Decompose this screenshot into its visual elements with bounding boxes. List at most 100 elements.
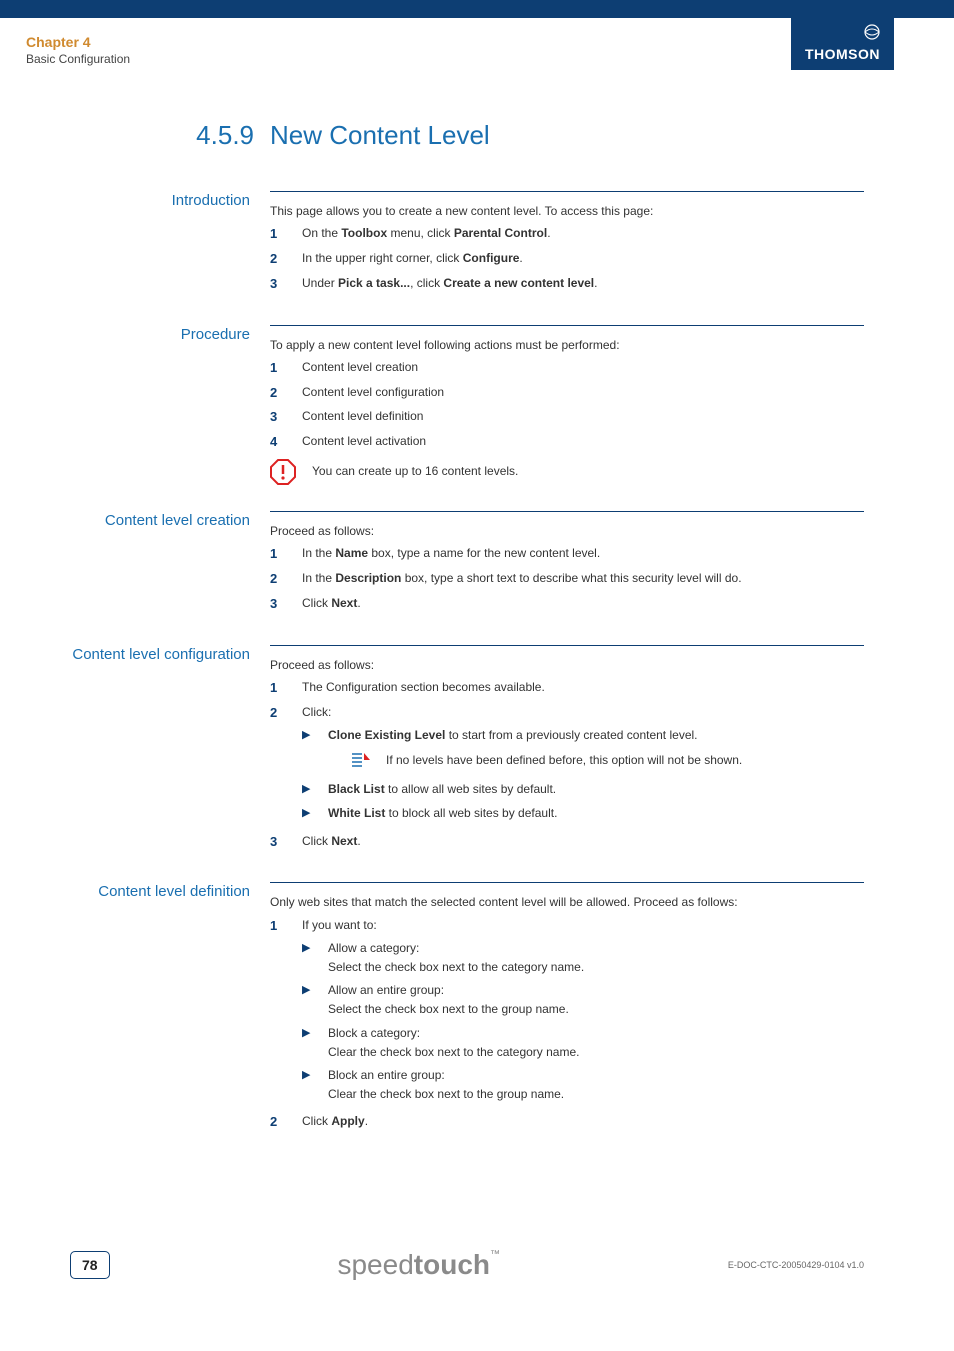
top-bar — [0, 0, 954, 18]
bullet-arrow-icon: ▶ — [302, 780, 328, 800]
section-number: 4.5.9 — [0, 120, 270, 151]
section-body: Proceed as follows: 1The Configuration s… — [270, 645, 864, 857]
config-steps: 1The Configuration section becomes avail… — [270, 678, 864, 853]
section-procedure: Procedure To apply a new content level f… — [0, 325, 864, 485]
page-header: Chapter 4 Basic Configuration THOMSON — [0, 18, 954, 70]
note-text: If no levels have been defined before, t… — [386, 751, 864, 770]
step-number: 3 — [270, 832, 302, 853]
intro-text: Proceed as follows: — [270, 522, 864, 541]
logo-bold: touch — [414, 1249, 490, 1280]
step-text: Under Pick a task..., click Create a new… — [302, 274, 864, 295]
bullet-body: Clone Existing Level to start from a pre… — [328, 726, 864, 776]
step-number: 3 — [270, 274, 302, 295]
page-number: 78 — [70, 1251, 110, 1279]
bullet-text: White List to block all web sites by def… — [328, 804, 864, 824]
chapter-subtitle: Basic Configuration — [26, 52, 130, 66]
list-item: 2Click Apply. — [270, 1112, 864, 1133]
list-item: 3Click Next. — [270, 832, 864, 853]
bullet-arrow-icon: ▶ — [302, 981, 328, 1019]
step-number: 2 — [270, 249, 302, 270]
step-number: 2 — [270, 569, 302, 590]
step-number: 1 — [270, 224, 302, 245]
page-title: 4.5.9 New Content Level — [0, 120, 954, 151]
bullet-text: Allow an entire group:Select the check b… — [328, 981, 864, 1019]
page-footer: 78 speedtouch™ E-DOC-CTC-20050429-0104 v… — [0, 1249, 954, 1281]
brand-badge: THOMSON — [791, 18, 894, 70]
step-number: 1 — [270, 358, 302, 379]
step-text: The Configuration section becomes availa… — [302, 678, 864, 699]
step-text: In the Name box, type a name for the new… — [302, 544, 864, 565]
intro-text: Only web sites that match the selected c… — [270, 893, 864, 912]
section-body: Proceed as follows: 1In the Name box, ty… — [270, 511, 864, 619]
list-item: 3 Under Pick a task..., click Create a n… — [270, 274, 864, 295]
section-title: New Content Level — [270, 120, 490, 151]
step-number: 1 — [270, 544, 302, 565]
list-item: 1 If you want to: ▶Allow a category:Sele… — [270, 916, 864, 1109]
step-text: Click Next. — [302, 594, 864, 615]
bullet-arrow-icon: ▶ — [302, 1066, 328, 1104]
list-item: 3Click Next. — [270, 594, 864, 615]
bullet-arrow-icon: ▶ — [302, 726, 328, 776]
bullet-arrow-icon: ▶ — [302, 939, 328, 977]
step-number: 3 — [270, 594, 302, 615]
footer-logo: speedtouch™ — [337, 1249, 500, 1281]
warning-icon — [270, 459, 296, 485]
section-definition: Content level definition Only web sites … — [0, 882, 864, 1137]
step-text: Click: — [302, 705, 331, 719]
warning-note: You can create up to 16 content levels. — [270, 459, 864, 485]
list-item: 1 On the Toolbox menu, click Parental Co… — [270, 224, 864, 245]
intro-text: This page allows you to create a new con… — [270, 202, 864, 221]
step-number: 2 — [270, 1112, 302, 1133]
list-item: 2 Click: ▶ Clone Existing Level to start… — [270, 703, 864, 828]
list-item: 4Content level activation — [270, 432, 864, 453]
section-body: To apply a new content level following a… — [270, 325, 864, 485]
step-text: In the Description box, type a short tex… — [302, 569, 864, 590]
section-creation: Content level creation Proceed as follow… — [0, 511, 864, 619]
section-body: Only web sites that match the selected c… — [270, 882, 864, 1137]
document-id: E-DOC-CTC-20050429-0104 v1.0 — [728, 1260, 864, 1270]
list-item: 2In the Description box, type a short te… — [270, 569, 864, 590]
step-number: 2 — [270, 703, 302, 828]
step-text: Content level creation — [302, 358, 864, 379]
step-text: Click Apply. — [302, 1112, 864, 1133]
step-body: Click: ▶ Clone Existing Level to start f… — [302, 703, 864, 828]
step-number: 1 — [270, 678, 302, 699]
bullet-arrow-icon: ▶ — [302, 804, 328, 824]
note-list-icon — [350, 751, 372, 769]
list-item: 1In the Name box, type a name for the ne… — [270, 544, 864, 565]
list-item: 1Content level creation — [270, 358, 864, 379]
section-body: This page allows you to create a new con… — [270, 191, 864, 299]
section-introduction: Introduction This page allows you to cre… — [0, 191, 864, 299]
bullet-text: Block an entire group:Clear the check bo… — [328, 1066, 864, 1104]
section-label: Procedure — [0, 325, 270, 485]
section-label: Content level definition — [0, 882, 270, 1137]
step-text: On the Toolbox menu, click Parental Cont… — [302, 224, 864, 245]
info-note: If no levels have been defined before, t… — [350, 751, 864, 770]
brand-text: THOMSON — [805, 46, 880, 62]
note-text: You can create up to 16 content levels. — [312, 462, 864, 481]
step-text: Content level configuration — [302, 383, 864, 404]
list-item: ▶Allow an entire group:Select the check … — [302, 981, 864, 1019]
list-item: ▶Black List to allow all web sites by de… — [302, 780, 864, 800]
creation-steps: 1In the Name box, type a name for the ne… — [270, 544, 864, 614]
brand-globe-icon — [805, 24, 880, 45]
section-label: Content level creation — [0, 511, 270, 619]
list-item: 1The Configuration section becomes avail… — [270, 678, 864, 699]
list-item: 2 In the upper right corner, click Confi… — [270, 249, 864, 270]
list-item: 3Content level definition — [270, 407, 864, 428]
list-item: ▶White List to block all web sites by de… — [302, 804, 864, 824]
step-body: If you want to: ▶Allow a category:Select… — [302, 916, 864, 1109]
step-number: 1 — [270, 916, 302, 1109]
step-text: Content level definition — [302, 407, 864, 428]
list-item: ▶Block a category:Clear the check box ne… — [302, 1024, 864, 1062]
step-text: In the upper right corner, click Configu… — [302, 249, 864, 270]
intro-text: Proceed as follows: — [270, 656, 864, 675]
intro-text: To apply a new content level following a… — [270, 336, 864, 355]
section-label: Content level configuration — [0, 645, 270, 857]
chapter-title: Chapter 4 — [26, 34, 130, 50]
definition-bullets: ▶Allow a category:Select the check box n… — [302, 939, 864, 1105]
bullet-text: Black List to allow all web sites by def… — [328, 780, 864, 800]
step-number: 4 — [270, 432, 302, 453]
step-text: If you want to: — [302, 918, 377, 932]
section-configuration: Content level configuration Proceed as f… — [0, 645, 864, 857]
